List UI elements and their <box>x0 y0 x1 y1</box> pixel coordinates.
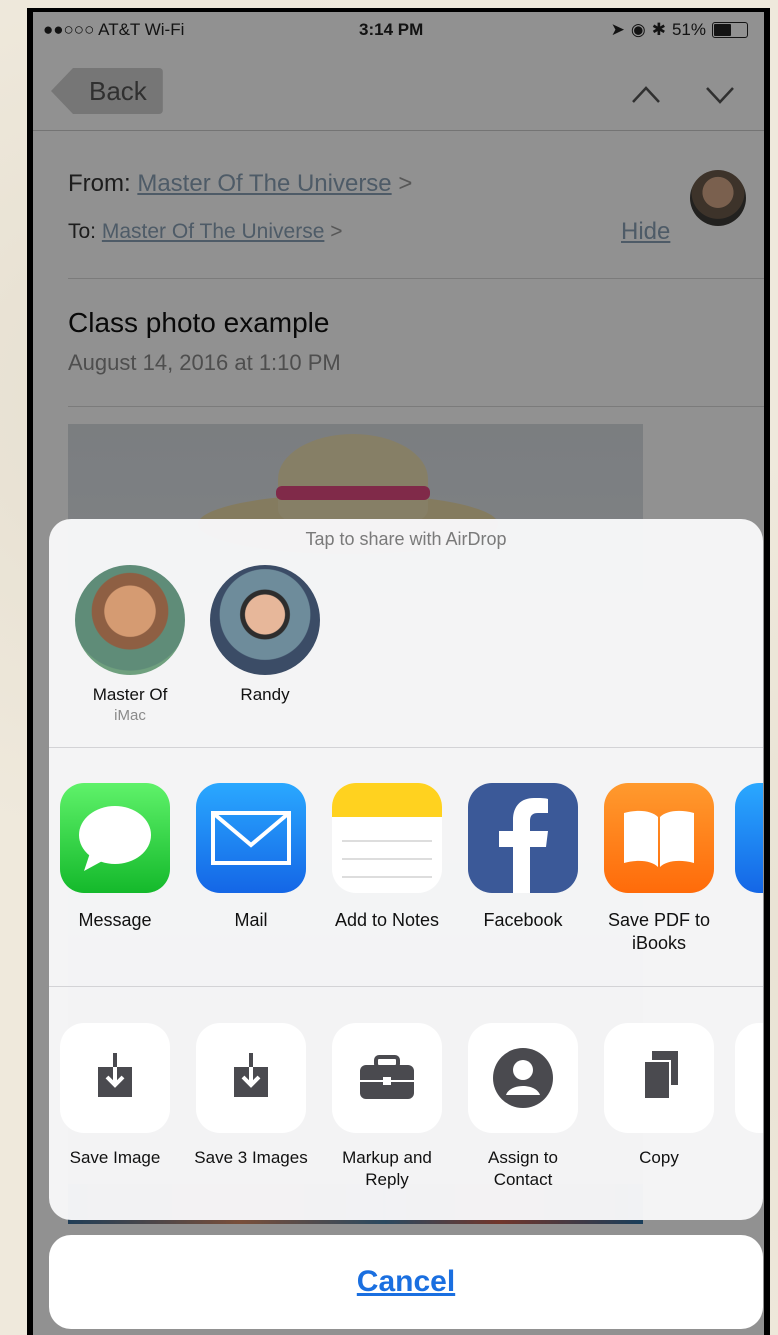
contact-name: Randy <box>240 685 290 704</box>
share-app-ibooks[interactable]: Save PDF to iBooks <box>599 783 719 955</box>
action-markup-reply[interactable]: Markup and Reply <box>327 1023 447 1191</box>
airdrop-title: Tap to share with AirDrop <box>305 529 507 549</box>
toolbox-icon <box>332 1023 442 1133</box>
app-label: Mail <box>234 910 268 930</box>
action-label: Save 3 Images <box>194 1148 308 1167</box>
action-label: Assign to Contact <box>488 1148 558 1189</box>
share-sheet: Tap to share with AirDrop Master Of iMac… <box>49 519 763 1220</box>
messages-icon <box>60 783 170 893</box>
app-label: Facebook <box>483 910 563 930</box>
contact-icon <box>468 1023 578 1133</box>
apps-divider <box>49 986 763 987</box>
app-icon-partial <box>735 783 763 893</box>
share-app-message[interactable]: Message <box>55 783 175 932</box>
cancel-button[interactable]: Cancel <box>49 1235 763 1329</box>
app-label: Add to Notes <box>334 910 440 930</box>
action-save-image[interactable]: Save Image <box>55 1023 175 1169</box>
airdrop-divider <box>49 747 763 748</box>
share-app-facebook[interactable]: Facebook <box>463 783 583 932</box>
share-app-partial[interactable] <box>735 783 763 893</box>
action-partial[interactable] <box>735 1023 763 1133</box>
share-app-mail[interactable]: Mail <box>191 783 311 932</box>
action-label: Markup and Reply <box>342 1148 432 1189</box>
share-app-notes[interactable]: Add to Notes <box>327 783 447 932</box>
action-assign-contact[interactable]: Assign to Contact <box>463 1023 583 1191</box>
action-label: Save Image <box>69 1148 161 1167</box>
airdrop-contact-randy[interactable]: Randy <box>208 565 322 705</box>
phone-frame: ●●○○○ AT&T Wi-Fi 3:14 PM ➤ ◉ ✱ 51% Back <box>27 8 770 1335</box>
mail-icon <box>196 783 306 893</box>
save-images-icon <box>196 1023 306 1133</box>
screen: ●●○○○ AT&T Wi-Fi 3:14 PM ➤ ◉ ✱ 51% Back <box>33 12 764 1335</box>
app-label: Save PDF to iBooks <box>607 910 711 953</box>
notes-icon <box>332 783 442 893</box>
airdrop-contact-master[interactable]: Master Of iMac <box>73 565 187 724</box>
save-image-icon <box>60 1023 170 1133</box>
action-icon-partial <box>735 1023 763 1133</box>
contact-name: Master Of <box>92 685 168 704</box>
app-label: Message <box>78 910 152 930</box>
action-label: Copy <box>639 1148 679 1167</box>
action-save-images[interactable]: Save 3 Images <box>191 1023 311 1169</box>
contact-device: iMac <box>114 707 146 724</box>
contact-avatar <box>75 565 185 675</box>
copy-icon <box>604 1023 714 1133</box>
contact-avatar <box>210 565 320 675</box>
ibooks-icon <box>604 783 714 893</box>
action-copy[interactable]: Copy <box>599 1023 719 1169</box>
facebook-icon <box>468 783 578 893</box>
